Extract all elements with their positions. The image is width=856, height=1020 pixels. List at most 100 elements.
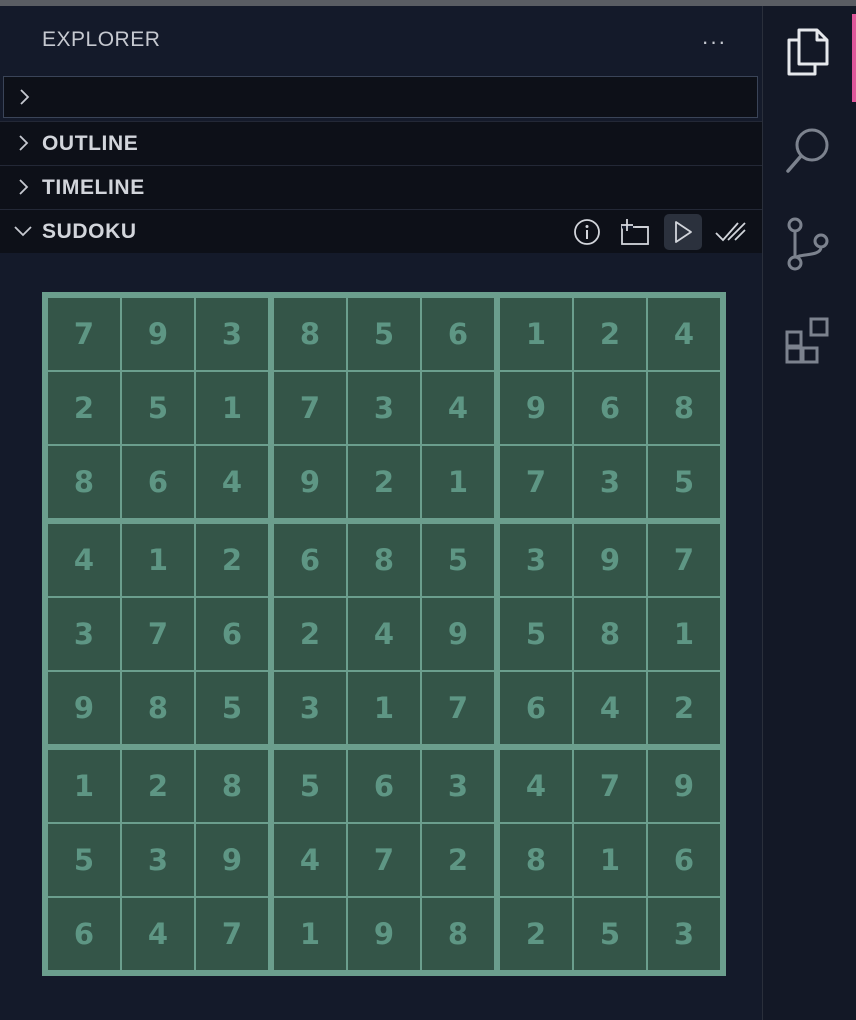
sudoku-cell[interactable]: 1 [122,524,194,596]
search-icon [786,128,829,173]
sudoku-cell[interactable]: 7 [500,446,572,518]
sudoku-section-header[interactable]: SUDOKU [0,209,762,253]
sudoku-cell[interactable]: 7 [196,898,268,970]
workspace-folder-section[interactable] [3,76,758,118]
sudoku-cell[interactable]: 2 [500,898,572,970]
sudoku-cell[interactable]: 6 [574,372,646,444]
sudoku-cell[interactable]: 7 [648,524,720,596]
sudoku-cell[interactable]: 1 [574,824,646,896]
sudoku-cell[interactable]: 5 [196,672,268,744]
sudoku-cell[interactable]: 3 [348,372,420,444]
source-control-icon [787,217,829,271]
sudoku-cell[interactable]: 8 [422,898,494,970]
sudoku-cell[interactable]: 2 [122,750,194,822]
sudoku-cell[interactable]: 4 [500,750,572,822]
sudoku-cell[interactable]: 6 [422,298,494,370]
sudoku-cell[interactable]: 8 [122,672,194,744]
sudoku-cell[interactable]: 3 [500,524,572,596]
source-control-button[interactable] [782,217,834,271]
sudoku-cell[interactable]: 1 [48,750,120,822]
sudoku-cell[interactable]: 9 [196,824,268,896]
sudoku-cell[interactable]: 1 [648,598,720,670]
more-actions-button[interactable]: ··· [692,24,736,60]
sudoku-cell[interactable]: 1 [274,898,346,970]
sudoku-cell[interactable]: 4 [196,446,268,518]
sudoku-cell[interactable]: 3 [422,750,494,822]
sudoku-cell[interactable]: 2 [48,372,120,444]
sudoku-cell[interactable]: 5 [422,524,494,596]
sudoku-cell[interactable]: 2 [574,298,646,370]
sudoku-cell[interactable]: 2 [648,672,720,744]
sudoku-cell[interactable]: 8 [500,824,572,896]
info-button[interactable] [568,214,606,250]
sudoku-cell[interactable]: 5 [48,824,120,896]
sudoku-cell[interactable]: 4 [422,372,494,444]
sudoku-cell[interactable]: 8 [648,372,720,444]
explorer-button[interactable] [782,26,834,78]
sudoku-cell[interactable]: 4 [348,598,420,670]
sudoku-cell[interactable]: 6 [48,898,120,970]
sudoku-cell[interactable]: 9 [500,372,572,444]
sudoku-cell[interactable]: 1 [422,446,494,518]
sudoku-cell[interactable]: 3 [196,298,268,370]
sudoku-cell[interactable]: 9 [274,446,346,518]
sudoku-cell[interactable]: 6 [196,598,268,670]
new-game-button[interactable] [616,214,654,250]
sudoku-cell[interactable]: 5 [500,598,572,670]
sudoku-cell[interactable]: 9 [48,672,120,744]
sudoku-cell[interactable]: 3 [648,898,720,970]
sudoku-cell[interactable]: 6 [500,672,572,744]
sudoku-cell[interactable]: 6 [648,824,720,896]
sudoku-cell[interactable]: 9 [574,524,646,596]
sudoku-cell[interactable]: 8 [574,598,646,670]
sudoku-cell[interactable]: 9 [422,598,494,670]
sudoku-cell[interactable]: 1 [500,298,572,370]
explorer-title: EXPLORER [42,28,161,51]
search-button[interactable] [782,124,834,176]
sudoku-cell[interactable]: 1 [348,672,420,744]
sudoku-cell[interactable]: 4 [48,524,120,596]
sudoku-cell[interactable]: 2 [274,598,346,670]
sudoku-cell[interactable]: 8 [48,446,120,518]
new-game-icon [621,219,649,245]
sudoku-cell[interactable]: 4 [648,298,720,370]
sudoku-cell[interactable]: 5 [648,446,720,518]
sudoku-cell[interactable]: 3 [122,824,194,896]
sudoku-cell[interactable]: 4 [574,672,646,744]
sudoku-cell[interactable]: 4 [122,898,194,970]
sudoku-cell[interactable]: 7 [422,672,494,744]
extensions-button[interactable] [782,316,834,368]
sudoku-cell[interactable]: 5 [574,898,646,970]
sudoku-cell[interactable]: 5 [122,372,194,444]
sudoku-cell[interactable]: 3 [274,672,346,744]
sudoku-cell[interactable]: 9 [348,898,420,970]
sudoku-cell[interactable]: 2 [348,446,420,518]
sudoku-cell[interactable]: 6 [274,524,346,596]
sudoku-cell[interactable]: 3 [48,598,120,670]
sudoku-cell[interactable]: 7 [122,598,194,670]
sudoku-cell[interactable]: 2 [196,524,268,596]
chevron-right-icon [19,179,29,195]
check-all-button[interactable] [712,214,750,250]
sudoku-cell[interactable]: 6 [122,446,194,518]
sudoku-cell[interactable]: 2 [422,824,494,896]
sudoku-cell[interactable]: 3 [574,446,646,518]
sudoku-cell[interactable]: 9 [648,750,720,822]
explorer-icon [787,28,829,76]
sudoku-cell[interactable]: 9 [122,298,194,370]
sudoku-cell[interactable]: 4 [274,824,346,896]
sudoku-cell[interactable]: 6 [348,750,420,822]
sudoku-cell[interactable]: 7 [574,750,646,822]
outline-section-header[interactable]: OUTLINE [0,121,762,165]
timeline-section-header[interactable]: TIMELINE [0,165,762,209]
sudoku-cell[interactable]: 5 [348,298,420,370]
sudoku-cell[interactable]: 8 [348,524,420,596]
sudoku-cell[interactable]: 5 [274,750,346,822]
sudoku-cell[interactable]: 7 [48,298,120,370]
sudoku-cell[interactable]: 1 [196,372,268,444]
solve-button[interactable] [664,214,702,250]
sudoku-cell[interactable]: 7 [274,372,346,444]
sudoku-cell[interactable]: 8 [196,750,268,822]
sudoku-cell[interactable]: 8 [274,298,346,370]
sudoku-cell[interactable]: 7 [348,824,420,896]
